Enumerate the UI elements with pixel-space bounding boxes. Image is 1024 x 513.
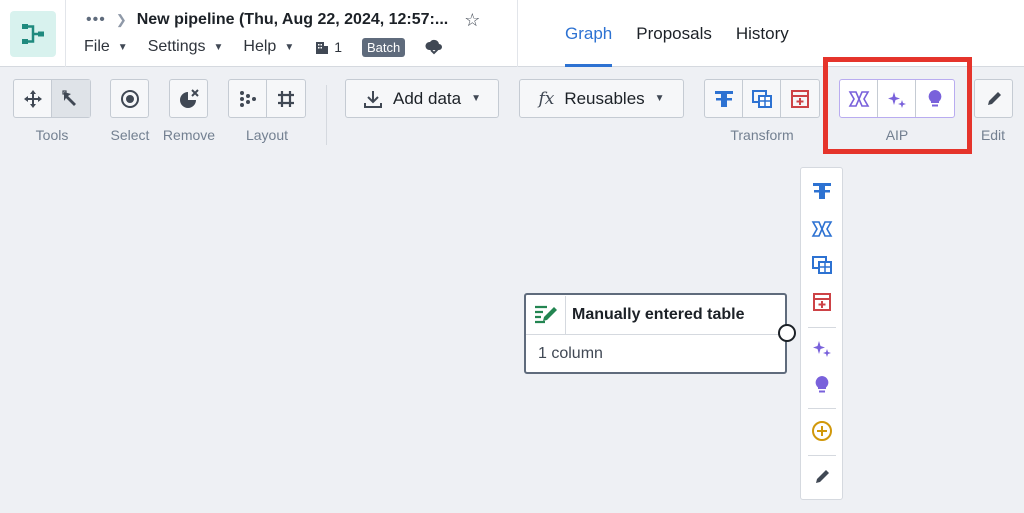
quick-transform-button[interactable] xyxy=(808,177,836,205)
transform-group xyxy=(704,79,820,118)
edit-button[interactable] xyxy=(974,79,1013,118)
header-divider xyxy=(517,0,518,67)
panel-divider xyxy=(808,455,836,456)
remove-node-icon xyxy=(179,88,199,108)
node-actions-panel xyxy=(800,167,843,500)
quick-edit-button[interactable] xyxy=(808,463,836,491)
filter-rows-icon xyxy=(813,183,831,199)
branch-count: 1 xyxy=(334,39,343,55)
add-data-label: Add data xyxy=(393,88,462,108)
pencil-icon xyxy=(816,470,829,483)
add-table-icon xyxy=(813,293,831,311)
node-subtitle: 1 column xyxy=(538,345,603,362)
breadcrumb-chevron-icon: ❯ xyxy=(115,12,127,27)
add-table-icon xyxy=(791,89,809,108)
select-button[interactable] xyxy=(110,79,149,118)
tab-history[interactable]: History xyxy=(736,0,789,67)
quick-add-output-button[interactable] xyxy=(808,417,836,445)
caret-down-icon: ▼ xyxy=(117,41,128,53)
caret-down-icon: ▼ xyxy=(471,93,481,104)
dots-layout-icon xyxy=(239,90,256,107)
quick-aip-generate-button[interactable] xyxy=(808,215,836,243)
panel-divider xyxy=(808,408,836,409)
target-icon xyxy=(120,89,139,108)
add-data-button[interactable]: Add data ▼ xyxy=(345,79,499,118)
branch-indicator[interactable]: 1 xyxy=(314,39,342,55)
pan-tool-button[interactable] xyxy=(14,80,52,117)
manual-table-icon xyxy=(526,295,566,334)
quick-join-button[interactable] xyxy=(808,251,836,279)
caret-down-icon: ▼ xyxy=(654,93,665,104)
favorite-star-icon[interactable]: ☆ xyxy=(464,10,480,31)
plus-circle-icon xyxy=(812,421,832,441)
download-icon xyxy=(364,90,383,108)
aip-highlight-box xyxy=(823,57,972,154)
move-icon xyxy=(23,89,42,108)
quick-add-table-button[interactable] xyxy=(808,288,836,316)
select-tool-button[interactable] xyxy=(52,80,90,117)
pipeline-logo[interactable] xyxy=(0,0,66,67)
join-table-icon xyxy=(812,256,832,274)
cloud-check-icon[interactable] xyxy=(425,39,443,55)
tab-proposals[interactable]: Proposals xyxy=(636,0,712,67)
layout-group xyxy=(228,79,306,118)
layout-label: Layout xyxy=(245,127,289,143)
quick-aip-assist-button[interactable] xyxy=(808,334,836,362)
reusables-label: Reusables xyxy=(564,88,645,108)
menu-settings[interactable]: Settings ▼ xyxy=(148,38,224,56)
menu-settings-label: Settings xyxy=(147,38,206,55)
transform-label: Transform xyxy=(730,127,794,143)
grid-layout-button[interactable] xyxy=(267,80,305,117)
join-button[interactable] xyxy=(743,80,781,117)
view-tabs: Graph Proposals History xyxy=(565,0,789,67)
tools-group xyxy=(13,79,91,118)
graph-canvas[interactable] xyxy=(0,157,1024,513)
tools-label: Tools xyxy=(35,127,69,143)
add-table-button[interactable] xyxy=(781,80,819,117)
panel-divider xyxy=(808,327,836,328)
tab-graph[interactable]: Graph xyxy=(565,0,613,67)
graph-node[interactable]: Manually entered table 1 column xyxy=(524,293,787,374)
menu-help-label: Help xyxy=(243,38,277,55)
node-output-port[interactable] xyxy=(778,324,796,342)
breadcrumb-more-icon[interactable]: ••• xyxy=(86,11,106,29)
edit-label: Edit xyxy=(980,127,1006,143)
remove-label: Remove xyxy=(162,127,216,143)
lightbulb-icon xyxy=(815,376,829,393)
building-icon xyxy=(316,42,329,54)
select-cursor-icon xyxy=(62,89,76,106)
menu-help[interactable]: Help ▼ xyxy=(243,38,294,56)
join-table-icon xyxy=(751,89,772,108)
menu-file-label: File xyxy=(84,38,110,55)
pencil-icon xyxy=(987,91,1001,105)
transform-path-button[interactable] xyxy=(705,80,743,117)
sparkle-icon xyxy=(813,341,831,357)
aip-hourglass-icon xyxy=(811,221,833,237)
toolbar-separator xyxy=(326,85,327,145)
grid-icon xyxy=(278,90,294,107)
filter-rows-icon xyxy=(714,90,733,107)
node-title: Manually entered table xyxy=(572,305,745,323)
quick-aip-suggest-button[interactable] xyxy=(808,371,836,399)
auto-layout-button[interactable] xyxy=(229,80,267,117)
pipeline-title[interactable]: New pipeline (Thu, Aug 22, 2024, 12:57:.… xyxy=(137,11,449,29)
select-label: Select xyxy=(110,127,150,143)
caret-down-icon: ▼ xyxy=(284,41,295,53)
node-header: Manually entered table xyxy=(526,295,785,335)
reusables-button[interactable]: fx Reusables ▼ xyxy=(519,79,684,118)
function-icon: fx xyxy=(538,88,555,109)
batch-badge[interactable]: Batch xyxy=(362,37,406,57)
remove-button[interactable] xyxy=(169,79,208,118)
caret-down-icon: ▼ xyxy=(213,41,224,53)
menu-file[interactable]: File ▼ xyxy=(84,38,128,56)
pipeline-logo-icon xyxy=(9,10,56,57)
